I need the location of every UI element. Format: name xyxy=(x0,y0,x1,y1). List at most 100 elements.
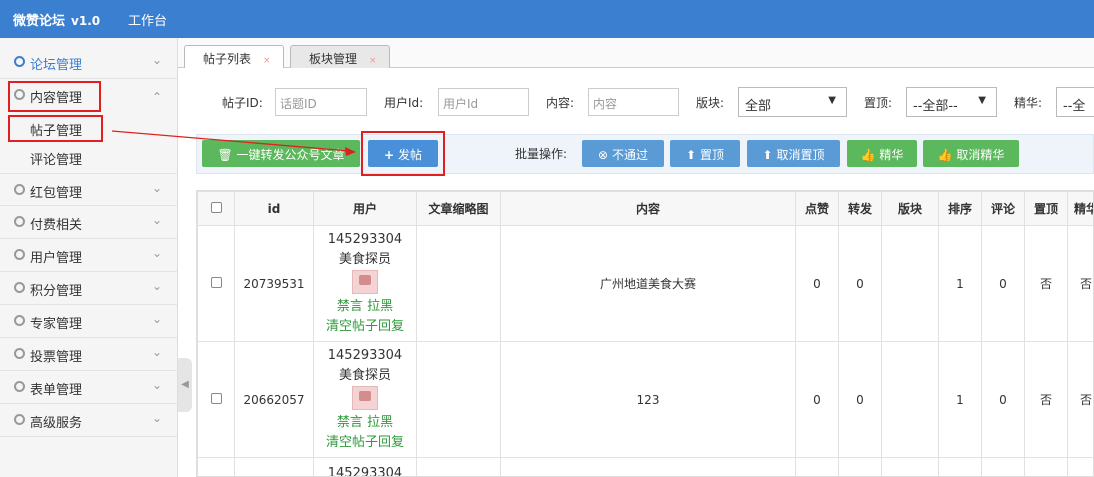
sidebar-item-label: 投票管理 xyxy=(30,350,83,365)
tab-label: 帖子列表 xyxy=(203,52,252,66)
chevron-up-icon: ⌃ xyxy=(152,90,163,104)
top-label: 置顶: xyxy=(864,96,893,110)
sidebar-item-advanced[interactable]: 高级服务 ⌄ xyxy=(0,404,178,437)
close-icon[interactable]: × xyxy=(369,56,377,66)
batch-label: 批量操作: xyxy=(515,147,568,161)
table-row: 145293304 xyxy=(197,457,1093,477)
post-id: 20662057 xyxy=(234,341,314,458)
board-label: 版块: xyxy=(696,96,725,110)
chevron-down-icon: ⌄ xyxy=(152,181,163,195)
row-checkbox[interactable] xyxy=(210,276,222,288)
user-id: 145293304 xyxy=(327,466,403,477)
sidebar-item-redpacket[interactable]: 红包管理 ⌄ xyxy=(0,173,178,206)
gear-icon xyxy=(14,414,25,425)
sidebar-item-forms[interactable]: 表单管理 ⌄ xyxy=(0,371,178,404)
sidebar-item-label: 付费相关 xyxy=(30,218,83,233)
arrow-up-icon: ⬆ xyxy=(686,148,697,162)
sidebar-item-label: 用户管理 xyxy=(30,251,83,266)
sidebar-item-voting[interactable]: 投票管理 ⌄ xyxy=(0,338,178,371)
sidebar-collapse-handle[interactable]: ◀ xyxy=(178,358,192,412)
chevron-down-icon: ⌄ xyxy=(152,213,163,227)
select-all-header[interactable] xyxy=(197,191,235,226)
post-id-input[interactable]: 话题ID xyxy=(275,88,367,116)
thumbnail-cell xyxy=(416,341,501,458)
caret-down-icon: ▼ xyxy=(828,95,836,106)
sidebar-item-paid[interactable]: 付费相关 ⌄ xyxy=(0,206,178,239)
close-icon[interactable]: × xyxy=(263,56,271,66)
avatar xyxy=(352,386,378,410)
gear-icon xyxy=(14,249,25,260)
untop-button[interactable]: ⬆ 取消置顶 xyxy=(747,140,840,167)
top-select[interactable]: --全部-- ▼ xyxy=(906,87,997,117)
post-content: 123 xyxy=(500,341,796,458)
forward-article-button[interactable]: 🗑 一键转发公众号文章 xyxy=(202,140,360,167)
arrow-up-icon: ⬆ xyxy=(762,148,773,162)
block-link[interactable]: 拉黑 xyxy=(367,415,393,430)
gear-icon xyxy=(14,216,25,227)
top-status: 否 xyxy=(1024,341,1068,458)
app-title: 微赞论坛 xyxy=(13,14,66,29)
mute-link[interactable]: 禁言 xyxy=(337,415,363,430)
tab-board-management[interactable]: 板块管理 × xyxy=(290,45,390,68)
sidebar-subitem-comments[interactable]: 评论管理 xyxy=(30,149,82,168)
highlight-box-content-menu xyxy=(8,81,101,112)
clear-replies-link[interactable]: 清空帖子回复 xyxy=(314,317,416,337)
sidebar-item-users[interactable]: 用户管理 ⌄ xyxy=(0,239,178,272)
sidebar-item-label: 积分管理 xyxy=(30,284,83,299)
chevron-down-icon: ⌄ xyxy=(152,345,163,359)
essence-status: 否 xyxy=(1067,225,1093,342)
thumbs-up-icon: 👍 xyxy=(937,148,953,162)
sidebar-item-points[interactable]: 积分管理 ⌄ xyxy=(0,272,178,305)
comments-count: 0 xyxy=(981,341,1025,458)
chevron-left-icon: ◀ xyxy=(181,379,189,390)
gear-icon xyxy=(14,184,25,195)
sidebar-item-label: 表单管理 xyxy=(30,383,83,398)
tab-post-list[interactable]: 帖子列表 × xyxy=(184,45,284,68)
clear-replies-link[interactable]: 清空帖子回复 xyxy=(314,433,416,453)
gear-icon xyxy=(14,282,25,293)
content-input[interactable]: 内容 xyxy=(588,88,679,116)
header-cell: 内容 xyxy=(500,191,796,226)
sidebar-item-label: 专家管理 xyxy=(30,317,83,332)
highlight-box-posts-submenu xyxy=(8,115,103,142)
gear-icon xyxy=(14,381,25,392)
chevron-down-icon: ⌄ xyxy=(152,312,163,326)
gear-icon xyxy=(14,56,25,67)
thumbnail-cell xyxy=(416,225,501,342)
top-button[interactable]: ⬆ 置顶 xyxy=(670,140,740,167)
app-version: v1.0 xyxy=(71,14,101,28)
order-value: 1 xyxy=(938,225,982,342)
caret-down-icon: ▼ xyxy=(978,95,986,106)
user-id-input[interactable]: 用户Id xyxy=(438,88,529,116)
essence-button[interactable]: 👍 精华 xyxy=(847,140,917,167)
reject-button[interactable]: ⊗ 不通过 xyxy=(582,140,664,167)
shares-count: 0 xyxy=(838,341,882,458)
essence-label: 精华: xyxy=(1014,96,1043,110)
sidebar-item-forum[interactable]: 论坛管理 ⌄ xyxy=(0,46,178,79)
order-value: 1 xyxy=(938,341,982,458)
mute-link[interactable]: 禁言 xyxy=(337,299,363,314)
user-cell: 145293304 美食探员 禁言 拉黑 清空帖子回复 xyxy=(313,341,417,458)
post-id: 20739531 xyxy=(234,225,314,342)
tab-bar: 帖子列表 × 板块管理 × xyxy=(178,38,1094,68)
app-brand[interactable]: 微赞论坛 v1.0 xyxy=(13,10,100,29)
sidebar-item-experts[interactable]: 专家管理 ⌄ xyxy=(0,305,178,338)
board-select[interactable]: 全部 ▼ xyxy=(738,87,847,117)
thumbs-up-icon: 👍 xyxy=(860,148,876,162)
block-link[interactable]: 拉黑 xyxy=(367,299,393,314)
user-id: 145293304 xyxy=(327,348,403,363)
gear-icon xyxy=(14,315,25,326)
table-row: 20662057 145293304 美食探员 禁言 拉黑 清空帖子回复 123… xyxy=(197,341,1093,458)
highlight-box-post-button xyxy=(361,131,445,176)
workbench-link[interactable]: 工作台 xyxy=(128,10,167,29)
row-checkbox[interactable] xyxy=(210,392,222,404)
button-label: 不通过 xyxy=(611,148,648,162)
top-select-value: --全部-- xyxy=(913,99,958,114)
essence-select-value: --全 xyxy=(1063,99,1086,114)
unessence-button[interactable]: 👍 取消精华 xyxy=(923,140,1019,167)
essence-select[interactable]: --全 xyxy=(1056,87,1094,117)
table-header-row: id 用户 文章缩略图 内容 点赞 转发 版块 排序 评论 置顶 精华 xyxy=(197,191,1093,226)
select-all-checkbox[interactable] xyxy=(210,201,222,213)
user-id-label: 用户Id: xyxy=(384,96,424,110)
chevron-down-icon: ⌄ xyxy=(152,53,163,67)
